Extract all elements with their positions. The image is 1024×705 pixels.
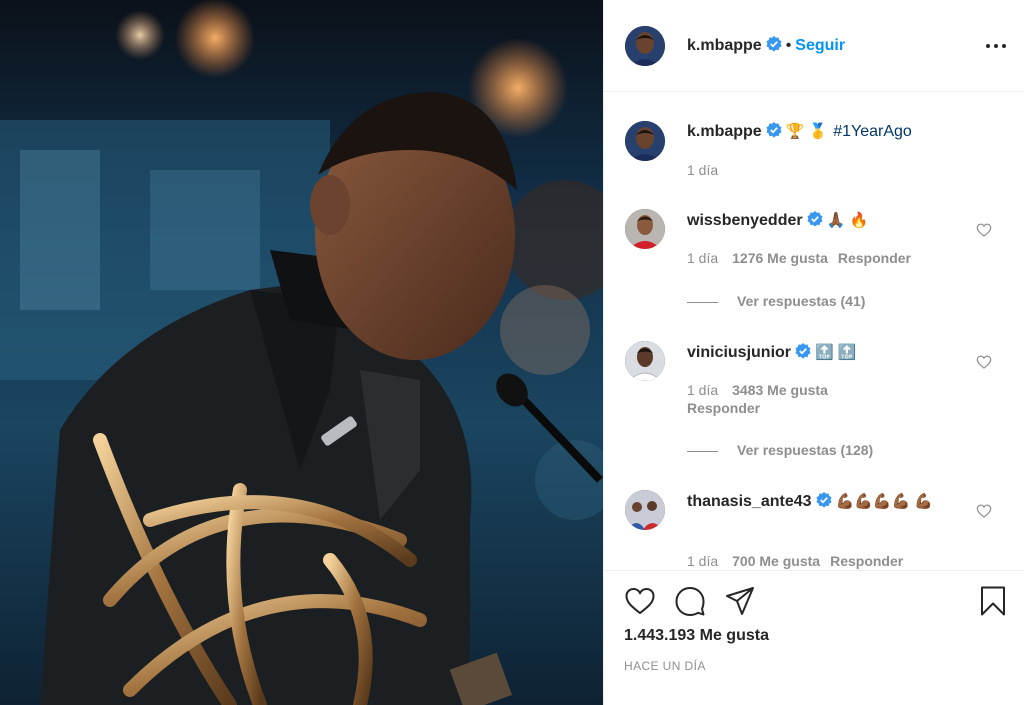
comment-meta: 1 día 1276 Me gusta Responder — [687, 250, 911, 266]
comment-username[interactable]: thanasis_ante43 — [687, 493, 812, 510]
header-separator: • — [785, 37, 792, 54]
replies-divider — [687, 450, 718, 452]
view-replies-button[interactable]: Ver respuestas (41) — [687, 293, 865, 309]
follow-button[interactable]: Seguir — [795, 37, 845, 54]
comment-likes[interactable]: 700 Me gusta — [732, 553, 820, 569]
view-replies-label: Ver respuestas (41) — [737, 293, 866, 309]
avatar-image — [625, 26, 665, 66]
post-header: k.mbappe • Seguir — [604, 0, 1024, 92]
comment-meta: 1 día 700 Me gusta Responder — [687, 553, 903, 569]
comment-username[interactable]: wissbenyedder — [687, 212, 803, 229]
post-likes-count[interactable]: 1.443.193 Me gusta — [624, 627, 769, 645]
comment-text: 🙏🏾 🔥 — [826, 212, 869, 229]
comment-avatar[interactable] — [625, 490, 665, 530]
comment-likes[interactable]: 1276 Me gusta — [732, 250, 828, 266]
verified-badge-icon — [766, 36, 782, 52]
caption-time[interactable]: 1 día — [687, 162, 718, 178]
avatar-image — [625, 341, 665, 381]
comment-time[interactable]: 1 día — [687, 382, 718, 398]
header-user-row: k.mbappe • Seguir — [687, 36, 845, 55]
post-photo[interactable] — [0, 0, 603, 705]
replies-divider — [687, 301, 718, 303]
view-replies-label: Ver respuestas (128) — [737, 442, 874, 458]
post-side-panel: k.mbappe •Seguir k.mbappe 🏆 🥇 #1YearAgo — [603, 0, 1024, 705]
comment-meta: 1 día 3483 Me gusta — [687, 382, 828, 398]
comment-time[interactable]: 1 día — [687, 553, 718, 569]
caption-line: k.mbappe 🏆 🥇 #1YearAgo — [687, 121, 985, 143]
verified-badge-icon — [807, 211, 823, 227]
like-comment-heart-icon[interactable] — [976, 503, 992, 519]
more-options-icon[interactable] — [985, 36, 1007, 56]
comment-text: 🔝 🔝 — [815, 344, 857, 361]
comment-avatar[interactable] — [625, 209, 665, 249]
caption-avatar[interactable] — [625, 121, 665, 161]
comment-time[interactable]: 1 día — [687, 250, 718, 266]
comment-text: 💪🏾💪🏾💪🏾💪🏾 💪🏾 — [835, 493, 934, 510]
comment-line: wissbenyedder 🙏🏾 🔥 — [687, 210, 985, 232]
comment-likes[interactable]: 3483 Me gusta — [732, 382, 828, 398]
comment-meta-line2: Responder — [687, 400, 760, 416]
avatar-image — [625, 209, 665, 249]
post-footer: 1.443.193 Me gusta HACE UN DÍA — [604, 570, 1024, 705]
like-comment-heart-icon[interactable] — [976, 354, 992, 370]
author-username[interactable]: k.mbappe — [687, 37, 762, 54]
reply-button[interactable]: Responder — [687, 400, 760, 416]
comment-line: thanasis_ante43 💪🏾💪🏾💪🏾💪🏾 💪🏾 — [687, 491, 985, 513]
save-bookmark-icon[interactable] — [977, 585, 1009, 617]
comment-bubble-icon[interactable] — [674, 585, 706, 617]
verified-badge-icon — [795, 343, 811, 359]
like-heart-icon[interactable] — [624, 585, 656, 617]
reply-button[interactable]: Responder — [830, 553, 903, 569]
verified-badge-icon — [766, 122, 782, 138]
avatar-image — [625, 121, 665, 161]
reply-button[interactable]: Responder — [838, 250, 911, 266]
like-comment-heart-icon[interactable] — [976, 222, 992, 238]
share-paper-plane-icon[interactable] — [724, 585, 756, 617]
comment-username[interactable]: viniciusjunior — [687, 344, 791, 361]
caption-username[interactable]: k.mbappe — [687, 123, 762, 140]
verified-badge-icon — [816, 492, 832, 508]
view-replies-button[interactable]: Ver respuestas (128) — [687, 442, 873, 458]
caption-emoji: 🏆 🥇 — [785, 123, 828, 140]
comment-line: viniciusjunior 🔝 🔝 — [687, 342, 985, 364]
comments-list[interactable]: k.mbappe 🏆 🥇 #1YearAgo 1 día wissbenyedder… — [604, 92, 1024, 570]
author-avatar[interactable] — [625, 26, 665, 66]
avatar-image — [625, 490, 665, 530]
comment-avatar[interactable] — [625, 341, 665, 381]
award-ceremony-photo — [0, 0, 603, 705]
post-timestamp[interactable]: HACE UN DÍA — [624, 659, 706, 673]
caption-hashtag[interactable]: #1YearAgo — [833, 123, 912, 140]
